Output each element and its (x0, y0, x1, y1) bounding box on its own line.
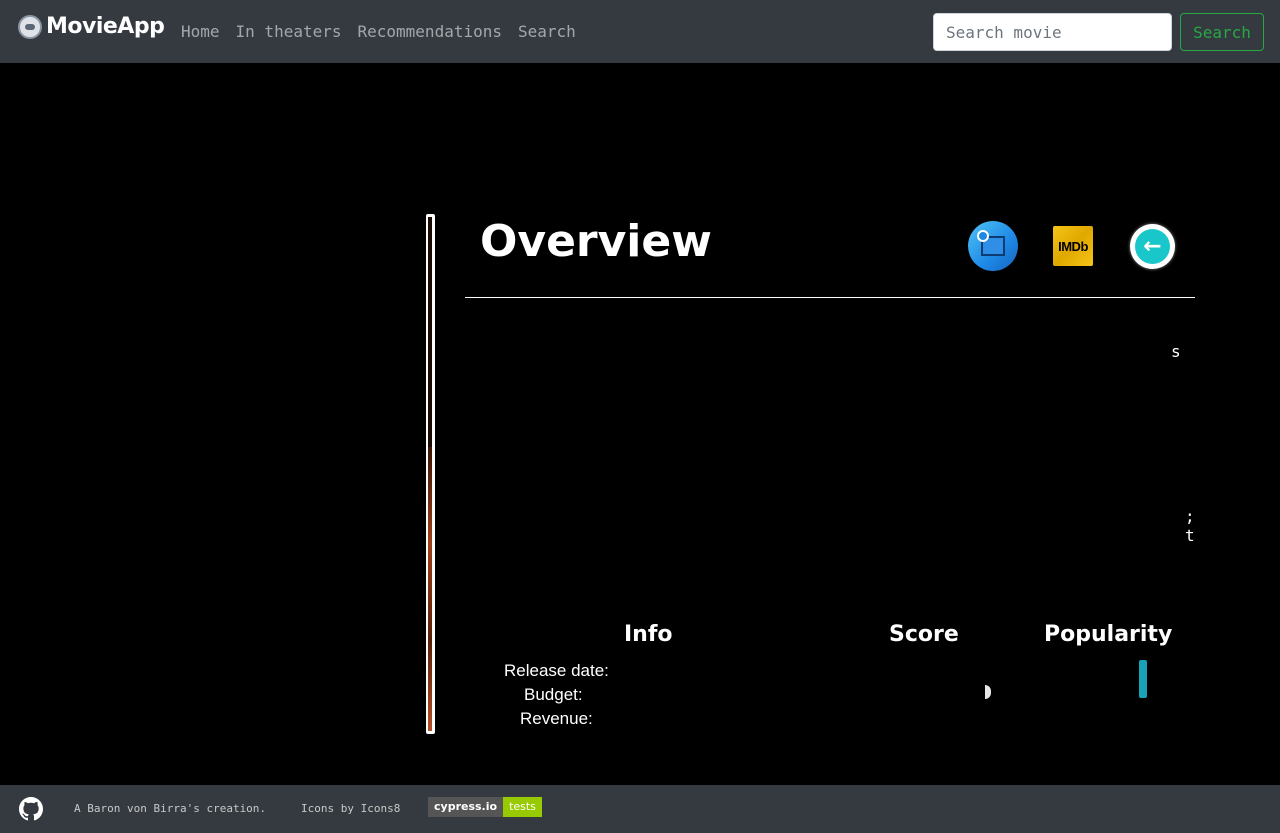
nav-link-in-theaters[interactable]: In theaters (236, 21, 342, 43)
release-date-label: Release date: (504, 661, 609, 680)
cypress-badge-status: tests (503, 797, 542, 817)
imdb-icon[interactable]: IMDb (1053, 226, 1093, 266)
footer: A Baron von Birra's creation. Icons by I… (0, 785, 1280, 833)
movieapp-logo-icon (18, 14, 42, 39)
poster-image-edge (428, 447, 432, 731)
movie-poster (426, 214, 435, 734)
brand-text: MovieApp (46, 14, 165, 39)
cypress-badge-label: cypress.io (428, 797, 504, 817)
icons-credit[interactable]: Icons by Icons8 (301, 801, 400, 817)
popularity-heading: Popularity (1044, 622, 1173, 647)
nav-link-home[interactable]: Home (181, 21, 220, 43)
nav-link-search[interactable]: Search (518, 21, 576, 43)
overview-text-fragment: ; (1185, 507, 1195, 526)
score-heading: Score (889, 622, 959, 647)
budget-label: Budget: (524, 685, 583, 704)
overview-title: Overview (480, 216, 712, 267)
score-indicator (985, 685, 991, 699)
revenue-label: Revenue: (520, 709, 593, 728)
search-button[interactable]: Search (1180, 13, 1264, 51)
github-icon[interactable] (19, 797, 43, 821)
navbar: MovieApp Home In theaters Recommendation… (0, 0, 1280, 63)
globe-icon (977, 230, 989, 242)
overview-text-fragment: s (1171, 342, 1181, 361)
website-icon[interactable] (968, 221, 1018, 271)
nav-link-recommendations[interactable]: Recommendations (358, 21, 503, 43)
cypress-badge[interactable]: cypress.io tests (428, 797, 542, 817)
nav-links: Home In theaters Recommendations Search (181, 21, 592, 43)
info-heading: Info (624, 622, 673, 647)
overview-divider (465, 297, 1195, 298)
back-arrow-glyph: ← (1135, 229, 1170, 264)
popularity-bar (1139, 660, 1147, 698)
brand[interactable]: MovieApp (18, 14, 165, 39)
back-arrow-icon[interactable]: ← (1130, 224, 1175, 269)
creation-credit: A Baron von Birra's creation. (74, 802, 267, 815)
search-input[interactable] (933, 13, 1172, 51)
overview-text-fragment: t (1185, 526, 1195, 545)
